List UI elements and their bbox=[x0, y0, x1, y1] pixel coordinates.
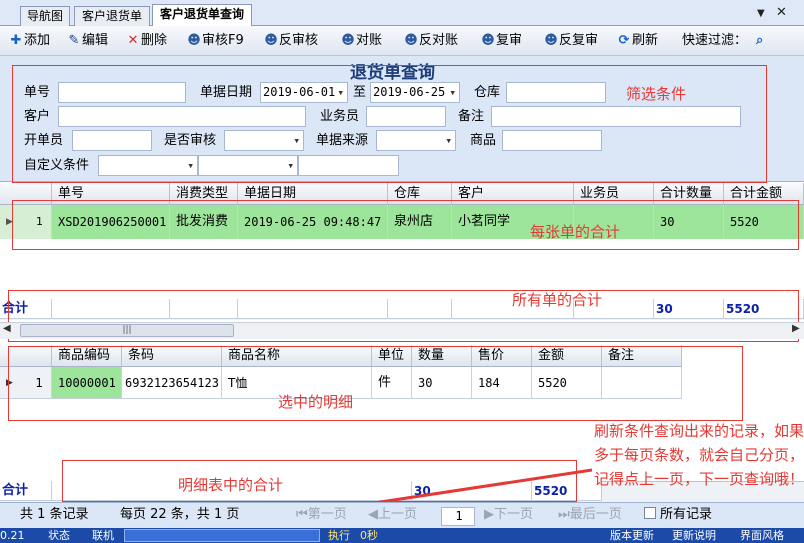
first-page-button[interactable]: ⏮第一页 bbox=[296, 507, 347, 523]
last-page-button[interactable]: ⏭最后一页 bbox=[558, 507, 622, 523]
update-notes-link[interactable]: 更新说明 bbox=[672, 528, 716, 543]
status-exec: 执行 bbox=[328, 529, 350, 542]
record-count: 共 1 条记录 bbox=[20, 507, 89, 522]
status-time: 0秒 bbox=[360, 529, 378, 542]
next-page-icon: ▶ bbox=[484, 507, 494, 522]
next-page-button[interactable]: ▶下一页 bbox=[484, 507, 533, 523]
status-left: 0.21 bbox=[0, 529, 25, 542]
progress-bar bbox=[124, 529, 320, 542]
status-online: 联机 bbox=[92, 529, 114, 542]
checkbox-box[interactable] bbox=[644, 507, 656, 519]
all-records-checkbox[interactable]: 所有记录 bbox=[644, 507, 712, 523]
version-update-link[interactable]: 版本更新 bbox=[610, 528, 654, 543]
last-page-icon: ⏭ bbox=[558, 507, 570, 522]
ui-style-link[interactable]: 界面风格 bbox=[740, 528, 784, 543]
arrow-annotation bbox=[270, 468, 593, 524]
status-bar: 0.21 状态 联机 执行 0秒 版本更新 更新说明 界面风格 bbox=[0, 528, 804, 543]
per-page-info: 每页 22 条，共 1 页 bbox=[120, 507, 240, 522]
prev-page-button[interactable]: ◀上一页 bbox=[368, 507, 417, 523]
page-number-input[interactable]: 1 bbox=[441, 507, 475, 526]
status-state: 状态 bbox=[48, 529, 70, 542]
first-page-icon: ⏮ bbox=[296, 507, 308, 522]
prev-page-icon: ◀ bbox=[368, 507, 378, 522]
